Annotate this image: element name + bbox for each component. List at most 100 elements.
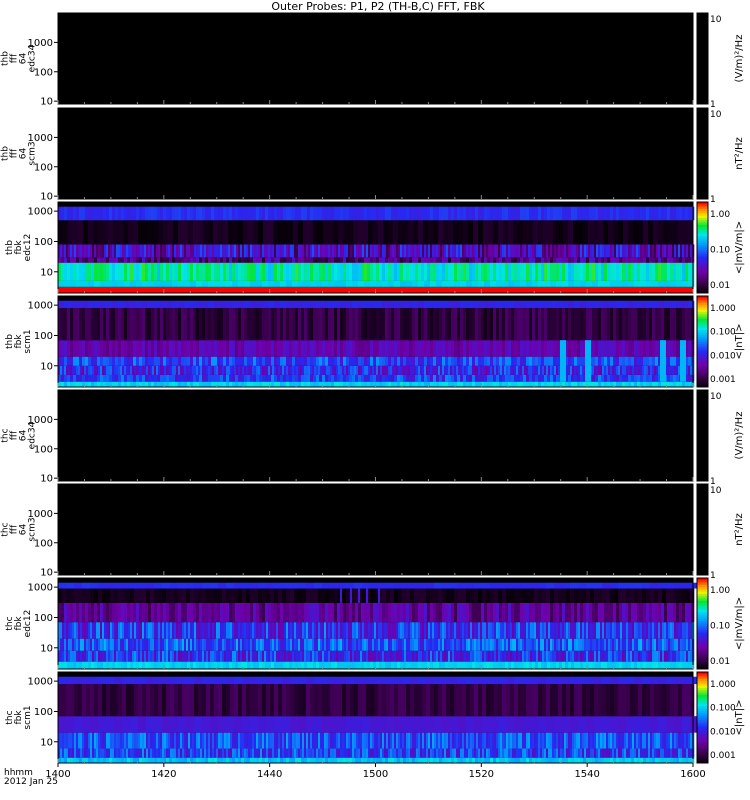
spectrogram-cell — [673, 602, 677, 623]
spectrogram-cell — [412, 257, 416, 263]
spectrogram-cell — [624, 365, 627, 375]
spectrogram-cell — [286, 381, 290, 387]
spectrogram-cell — [578, 365, 581, 375]
spectrogram-cell — [188, 650, 191, 662]
spectrogram-cell — [132, 622, 135, 639]
spectrogram-cell — [176, 638, 179, 651]
spectrogram-cell — [278, 365, 281, 375]
spectrogram-cell — [577, 340, 581, 357]
spectrogram-cell — [554, 582, 563, 589]
spectrogram-cell — [100, 661, 104, 669]
spectrogram-cell — [148, 638, 151, 651]
spectrogram-cell — [484, 257, 488, 263]
spectrogram-cell — [388, 365, 391, 375]
spectrogram-cell — [301, 602, 305, 623]
spectrogram-cell — [68, 365, 71, 375]
spectrogram-cell — [150, 622, 153, 639]
spectrogram-cell — [134, 650, 137, 662]
spectrogram-cell — [397, 206, 401, 221]
spectrogram-cell — [136, 340, 140, 357]
spectrogram-cell — [679, 661, 683, 669]
spectrogram-cell — [190, 374, 194, 382]
spectrogram-cell — [294, 638, 297, 651]
spectrogram-cell — [142, 622, 145, 639]
spectrogram-cell — [583, 602, 587, 623]
spectrogram-cell — [550, 280, 557, 287]
spectrogram-cell — [113, 220, 119, 245]
spectrogram-cell — [426, 638, 429, 651]
colorbar-segment — [697, 471, 708, 475]
spectrogram-cell — [178, 220, 184, 245]
spectrogram-cell — [298, 280, 305, 287]
spectrogram-cell — [211, 757, 215, 763]
spectrogram-cell — [85, 308, 89, 341]
spectrogram-cell — [448, 257, 452, 263]
spectrogram-cell — [655, 661, 659, 669]
spectrogram-cell — [499, 381, 503, 387]
spectrogram-cell — [457, 340, 461, 357]
spectrogram-cell — [606, 622, 609, 639]
spectrogram-cell — [556, 206, 560, 221]
colorbar-segment — [697, 92, 708, 96]
spectrogram-cell — [438, 365, 441, 375]
spectrogram-cell — [460, 257, 464, 263]
spectrogram-cell — [284, 244, 287, 258]
spectrogram-cell — [290, 244, 293, 258]
colorbar-segment — [697, 69, 708, 73]
spectrogram-cell — [668, 244, 671, 258]
spectrogram-cell — [304, 757, 308, 763]
spectrogram-cell — [340, 356, 344, 366]
spectrogram-cell — [74, 748, 77, 758]
spectrogram-cell — [300, 622, 303, 639]
spectrogram-cell — [421, 381, 425, 387]
spectrogram-cell — [538, 650, 541, 662]
spectrogram-cell — [439, 381, 443, 387]
spectrogram-cell — [80, 622, 83, 639]
spectrogram-cell — [616, 257, 620, 263]
spectrogram-cell — [350, 622, 353, 639]
spectrogram-cell — [406, 257, 410, 263]
spectrogram-cell — [598, 381, 602, 387]
spectrogram-cell — [367, 206, 371, 221]
spectrogram-cell — [91, 602, 95, 623]
spectrogram-cell — [580, 206, 584, 221]
spectrogram-cell — [516, 638, 519, 651]
spectrogram-cell — [67, 757, 71, 763]
spectrogram-cell — [460, 638, 463, 651]
colorbar-segment — [697, 598, 708, 602]
spectrogram-cell — [508, 206, 512, 221]
spectrogram-cell — [64, 365, 67, 375]
spectrogram-cell — [322, 308, 326, 341]
spectrogram-cell — [220, 280, 227, 287]
spectrogram-cell — [652, 340, 656, 357]
spectrogram-cell — [532, 365, 535, 375]
colorbar-tick-label: 1 — [710, 195, 716, 205]
spectrogram-cell — [322, 582, 331, 589]
spectrogram-cell — [234, 650, 237, 662]
spectrogram-cell — [532, 308, 536, 341]
spectrogram-cell — [628, 220, 634, 245]
colorbar-segment — [697, 112, 708, 116]
spectrogram-cell — [370, 257, 374, 263]
spectrogram-cell — [598, 622, 601, 639]
spectrogram-cell — [127, 374, 131, 382]
spectrogram-cell — [646, 262, 650, 281]
spectrogram-cell — [642, 622, 645, 639]
spectrogram-cell — [582, 588, 587, 603]
spectrogram-cell — [244, 300, 251, 309]
spectrogram-cell — [298, 244, 301, 258]
spectrogram-cell — [316, 638, 319, 651]
spectrogram-cell — [295, 374, 299, 382]
spectrogram-cell — [494, 365, 497, 375]
spectrogram-cell — [430, 340, 434, 357]
spectrogram-cell — [570, 588, 575, 603]
spectrogram-cell — [409, 602, 413, 623]
spectrogram-cell — [616, 300, 623, 309]
spectrogram-cell — [186, 244, 189, 258]
spectrogram-cell — [400, 650, 403, 662]
spectrogram-cell — [160, 206, 164, 221]
spectrogram-cell — [616, 340, 620, 357]
spectrogram-cell — [160, 365, 163, 375]
spectrogram-cell — [118, 622, 121, 639]
spectrogram-cell — [622, 602, 626, 623]
